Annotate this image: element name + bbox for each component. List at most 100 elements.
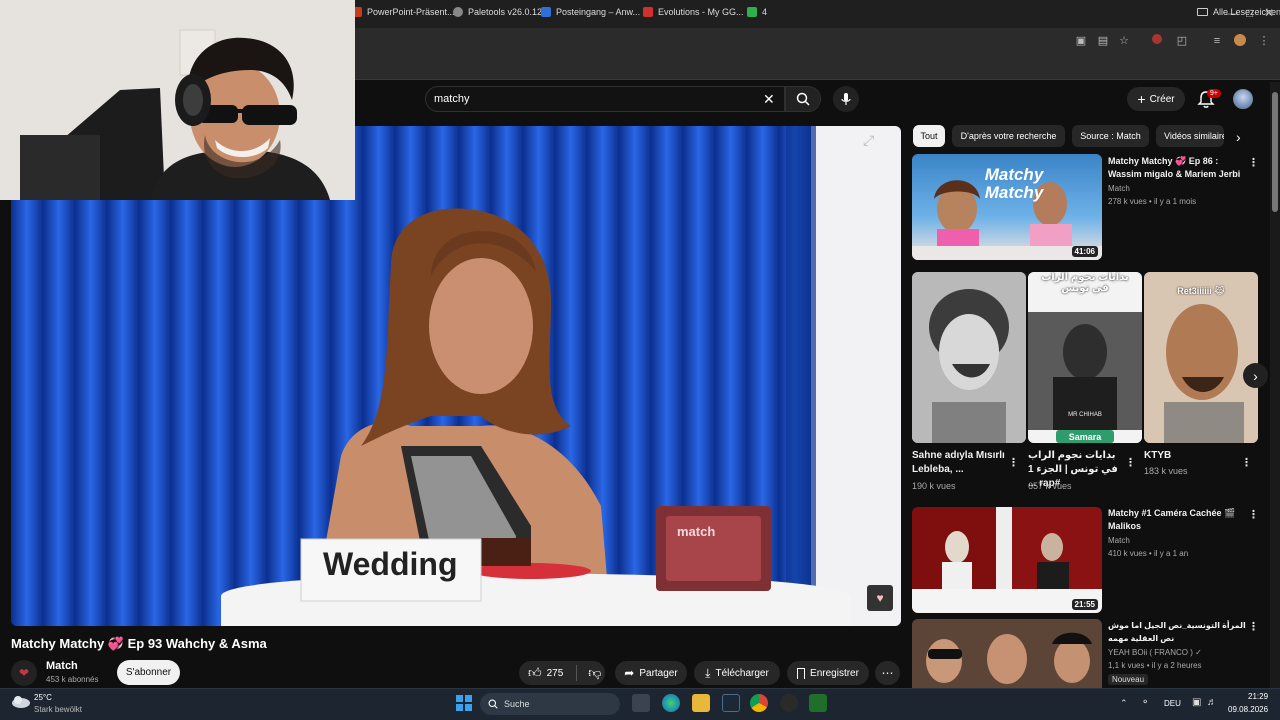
shorts-next-button[interactable]: ›	[1243, 363, 1268, 388]
evolutions-icon	[643, 7, 653, 17]
chips-next-icon[interactable]: ›	[1236, 129, 1241, 145]
media-queue-icon[interactable]: ≡	[1210, 34, 1224, 48]
short-thumbnail[interactable]	[912, 272, 1026, 443]
share-button[interactable]: ➦ Partager	[615, 661, 687, 685]
channel-subscribers: 453 k abonnés	[46, 675, 99, 684]
chip-all[interactable]: Tout	[913, 125, 945, 147]
voice-search-button[interactable]	[833, 86, 859, 112]
bookmark-4[interactable]: 4	[747, 4, 767, 20]
short-views: 183 k vues	[1144, 466, 1188, 476]
clear-search-icon[interactable]: ✕	[763, 91, 775, 108]
short-thumbnail[interactable]: بدايات نجوم الراب في تونس MR CHIHAB Sama…	[1028, 272, 1142, 443]
handshake-icon: ♥	[876, 591, 884, 605]
bookmark-posteingang[interactable]: Posteingang – Anw...	[541, 4, 640, 20]
chip-from-search[interactable]: D'après votre recherche	[952, 125, 1065, 147]
expand-icon[interactable]: ⤢	[863, 132, 874, 149]
app-icon[interactable]	[809, 694, 827, 712]
video-channel[interactable]: YEAH BOii ( FRANCO ) ✓	[1108, 647, 1202, 659]
short-image	[1144, 272, 1258, 443]
folder-icon	[1197, 8, 1208, 16]
short-views: 190 k vues	[912, 481, 956, 491]
more-vertical-icon[interactable]: ⋮	[1241, 456, 1252, 469]
share-icon: ➦	[624, 666, 635, 680]
edge-icon[interactable]	[662, 694, 680, 712]
microphone-tray-icon[interactable]: ⚬	[1141, 697, 1149, 708]
bookmark-powerpoint[interactable]: PowerPoint-Präsent...	[352, 4, 455, 20]
weather-cloud-icon[interactable]	[11, 693, 31, 709]
more-vertical-icon[interactable]: ⋮	[1125, 456, 1136, 469]
short-title[interactable]: KTYB	[1144, 449, 1239, 463]
thumbs-down-icon[interactable]: 👎︎	[588, 665, 601, 681]
subscribe-button[interactable]: S'abonner	[117, 660, 180, 685]
weather-desc[interactable]: Stark bewölkt	[34, 705, 82, 714]
download-button[interactable]: ⤓ Télécharger	[694, 661, 780, 685]
bookmark-label: PowerPoint-Präsent...	[367, 7, 455, 17]
all-bookmarks[interactable]: Alle Lesezeichen	[1197, 4, 1280, 20]
more-actions-button[interactable]: ⋯	[875, 661, 900, 685]
weather-temp[interactable]: 25°C	[34, 693, 52, 702]
short-title[interactable]: Sahne adıyla Mısırlı Lebleba, ...	[912, 449, 1007, 477]
video-title[interactable]: Matchy #1 Caméra Cachée 🎬 Malikos	[1108, 507, 1246, 533]
microphone-icon	[841, 93, 851, 105]
tray-chevron-icon[interactable]: ⌃	[1120, 698, 1128, 709]
volume-icon[interactable]: ♬	[1207, 697, 1217, 708]
chrome-menu-icon[interactable]: ⋮	[1257, 34, 1271, 48]
duration-badge: 21:55	[1071, 599, 1098, 610]
clock-time[interactable]: 21:29	[1248, 692, 1268, 701]
language-indicator[interactable]: DEU	[1164, 699, 1181, 708]
short-overlay-caption: Samara	[1068, 432, 1102, 442]
video-thumbnail[interactable]: 21:55	[912, 507, 1102, 613]
scrollbar-thumb[interactable]	[1272, 92, 1278, 212]
taskbar-search[interactable]: Suche	[480, 693, 620, 715]
extension-red-icon[interactable]	[1150, 34, 1164, 48]
search-icon	[488, 699, 498, 709]
network-icon[interactable]: ▣	[1192, 697, 1201, 708]
extensions-puzzle-icon[interactable]: ◰	[1175, 34, 1189, 48]
bookmark-paletools[interactable]: Paletools v26.0.12	[453, 4, 542, 20]
save-button[interactable]: Enregistrer	[787, 661, 869, 685]
placard-text: Wedding	[323, 546, 458, 582]
steam-icon[interactable]	[722, 694, 740, 712]
more-vertical-icon[interactable]: ⋮	[1248, 620, 1259, 633]
video-title[interactable]: المرأة التونسية_نص الجيل اما موش نص العق…	[1108, 619, 1246, 645]
channel-name[interactable]: Match	[46, 660, 78, 672]
channel-avatar[interactable]: ❤	[11, 660, 37, 686]
chevron-right-icon: ›	[1253, 367, 1258, 384]
account-avatar[interactable]	[1233, 89, 1253, 109]
clock-date[interactable]: 09.08.2026	[1228, 705, 1268, 714]
chrome-icon[interactable]	[750, 694, 768, 712]
video-thumbnail[interactable]	[912, 619, 1102, 688]
video-title: Matchy Matchy 💞 Ep 93 Wahchy & Asma	[11, 636, 267, 651]
file-explorer-icon[interactable]	[692, 694, 710, 712]
video-player[interactable]: Wedding match ♥ ⤢	[11, 126, 901, 626]
search-button[interactable]	[785, 86, 821, 112]
create-button[interactable]: + Créer	[1127, 87, 1185, 111]
obs-icon[interactable]	[780, 694, 798, 712]
more-vertical-icon[interactable]: ⋮	[1248, 156, 1259, 169]
more-vertical-icon[interactable]: ⋮	[1008, 456, 1019, 469]
short-views: 657 k vues	[1028, 481, 1072, 491]
video-thumbnail[interactable]: Matchy Matchy 41:06	[912, 154, 1102, 260]
windows-start-icon[interactable]	[455, 694, 473, 712]
bookmark-star-icon[interactable]: ☆	[1117, 34, 1131, 48]
more-horizontal-icon: ⋯	[881, 666, 894, 680]
mail-icon	[541, 7, 551, 17]
thumbs-up-icon[interactable]: 👍︎	[528, 665, 542, 681]
chip-source[interactable]: Source : Match	[1072, 125, 1149, 147]
bookmark-evolutions[interactable]: Evolutions - My GG...	[643, 4, 744, 20]
channel-watermark[interactable]: ♥	[867, 585, 893, 611]
task-view-icon[interactable]	[632, 694, 650, 712]
short-image	[912, 272, 1026, 443]
like-count[interactable]: 275	[547, 668, 564, 679]
download-label: Télécharger	[715, 667, 769, 679]
video-channel[interactable]: Match	[1108, 183, 1130, 195]
chip-related[interactable]: Vidéos similaires	[1156, 125, 1224, 147]
install-icon[interactable]: ▤	[1096, 34, 1110, 48]
more-vertical-icon[interactable]: ⋮	[1248, 508, 1259, 521]
video-title[interactable]: Matchy Matchy 💞 Ep 86 : Wassim migalo & …	[1108, 155, 1246, 181]
short-thumbnail[interactable]: Ret3iiiiii 😹	[1144, 272, 1258, 443]
search-input[interactable]	[434, 91, 754, 107]
video-channel[interactable]: Match	[1108, 535, 1130, 547]
translate-icon[interactable]: ▣	[1074, 34, 1088, 48]
profile-icon[interactable]	[1233, 34, 1247, 48]
